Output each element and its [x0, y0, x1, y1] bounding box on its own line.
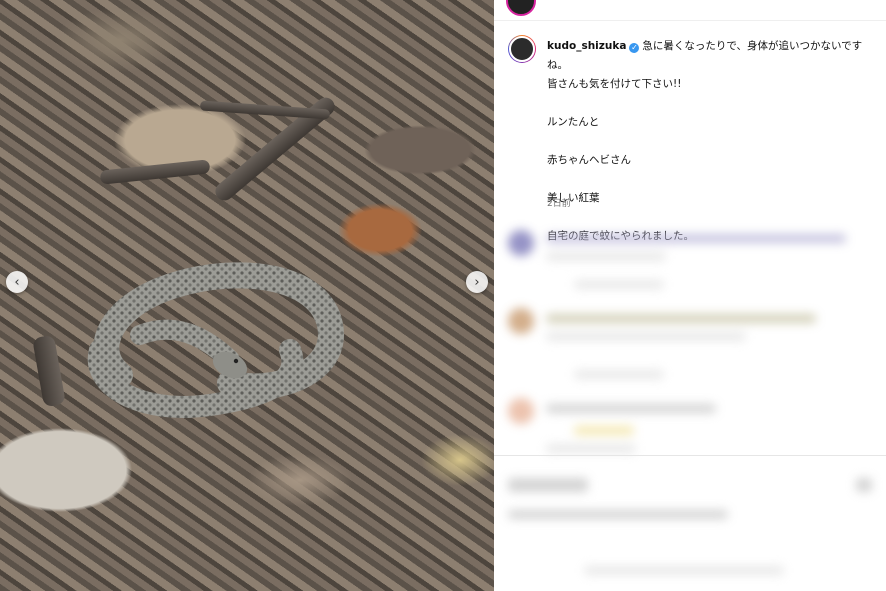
- post-caption: kudo_shizuka ✓ 急に暑くなったりで、身体が追いつかないですね。 皆さん…: [547, 37, 877, 246]
- post-timestamp[interactable]: 2日前: [547, 196, 571, 209]
- comment-avatar: [508, 398, 534, 424]
- header-avatar[interactable]: [506, 0, 536, 16]
- comment-text-blur: [546, 314, 816, 323]
- comment-text-blur: [574, 370, 664, 379]
- comment-avatar: [508, 308, 534, 334]
- likes-text-blur: [508, 510, 728, 519]
- post-detail-panel: kudo_shizuka ✓ 急に暑くなったりで、身体が追いつかないですね。 皆さん…: [494, 0, 886, 591]
- username-link[interactable]: kudo_shizuka: [547, 40, 626, 52]
- verified-badge-icon: ✓: [629, 43, 640, 53]
- comment-text-blur: [574, 280, 664, 289]
- comment-text-blur: [574, 426, 634, 435]
- comment-text-blur: [546, 444, 636, 453]
- caption-line: 赤ちゃんヘビさん: [547, 154, 631, 166]
- twig: [99, 159, 211, 185]
- comment-text-blur: [546, 252, 666, 261]
- caption-first-line: kudo_shizuka ✓ 急に暑くなったりで、身体が追いつかないですね。: [547, 37, 877, 75]
- snake-image: [87, 262, 344, 418]
- caption-avatar[interactable]: [508, 35, 536, 63]
- divider: [494, 455, 886, 456]
- action-icons-blur: [508, 478, 588, 492]
- caption-line: ルンたんと: [547, 116, 600, 128]
- twig: [199, 100, 331, 120]
- avatar-image: [509, 36, 535, 62]
- caption-line-spacer: [547, 132, 877, 151]
- carousel-prev-button[interactable]: ‹: [6, 271, 28, 293]
- comment-text-blur: [546, 234, 846, 243]
- comment-input-blur: [584, 566, 784, 575]
- caption-line-spacer: [547, 170, 877, 189]
- action-icons-blur: [856, 478, 872, 492]
- chevron-left-icon: ‹: [14, 274, 20, 290]
- comment-text-blur: [546, 404, 716, 413]
- caption-line: 美しい紅葉: [547, 192, 600, 204]
- post-photo: ‹ ›: [0, 0, 494, 591]
- twig: [32, 334, 66, 408]
- chevron-right-icon: ›: [474, 274, 480, 290]
- caption-line-spacer: [547, 94, 877, 113]
- divider: [494, 20, 886, 21]
- carousel-next-button[interactable]: ›: [466, 271, 488, 293]
- blurred-comments: [494, 220, 886, 591]
- comment-avatar: [508, 230, 534, 256]
- comment-text-blur: [546, 332, 746, 341]
- caption-line: 皆さんも気を付けて下さい!!: [547, 78, 682, 90]
